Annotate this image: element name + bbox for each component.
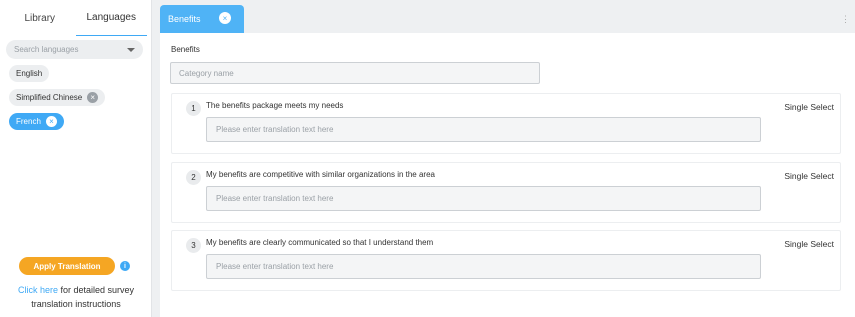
language-chip-simplified-chinese[interactable]: Simplified Chinese × [9, 89, 106, 106]
question-card: 2 My benefits are competitive with simil… [171, 162, 841, 223]
tab-languages[interactable]: Languages [75, 0, 147, 36]
tab-benefits-label: Benefits [168, 14, 201, 24]
language-search-select[interactable]: Search languages [6, 40, 143, 59]
language-chip-english[interactable]: English [9, 65, 50, 82]
sidebar-tabs: Library Languages [0, 0, 151, 36]
remove-icon[interactable]: × [45, 116, 57, 127]
question-number: 1 [186, 101, 201, 116]
help-text: Click here for detailed survey translati… [8, 283, 144, 311]
translation-input[interactable]: Please enter translation text here [206, 117, 761, 142]
instructions-link[interactable]: Click here [18, 285, 58, 295]
translation-input[interactable]: Please enter translation text here [206, 254, 761, 279]
question-card: 3 My benefits are clearly communicated s… [171, 230, 841, 291]
more-options-icon[interactable]: ⋮ [841, 14, 850, 25]
question-type: Single Select [784, 239, 834, 249]
apply-translation-button[interactable]: Apply Translation [19, 257, 115, 275]
tab-library[interactable]: Library [4, 0, 76, 36]
language-chip-french[interactable]: French × [9, 113, 64, 130]
info-icon[interactable]: i [120, 261, 130, 271]
question-number: 2 [186, 170, 201, 185]
tab-benefits[interactable]: Benefits × [160, 5, 244, 33]
sidebar: Library Languages Search languages Engli… [0, 0, 152, 317]
question-number: 3 [186, 238, 201, 253]
translation-input[interactable]: Please enter translation text here [206, 186, 761, 211]
language-chip-label: English [16, 69, 43, 78]
remove-icon[interactable]: × [87, 92, 99, 103]
language-chip-label: French [16, 117, 41, 126]
tab-bar: Benefits × ⋮ [160, 5, 855, 33]
help-text-line1: for detailed survey [57, 285, 135, 295]
category-name-input[interactable]: Category name [170, 62, 540, 84]
section-title: Benefits [171, 45, 200, 54]
search-input-placeholder: Search languages [14, 45, 79, 54]
question-text: My benefits are clearly communicated so … [206, 238, 434, 247]
help-text-line2: translation instructions [31, 299, 121, 309]
question-text: My benefits are competitive with similar… [206, 170, 435, 179]
close-icon[interactable]: × [219, 12, 231, 24]
question-type: Single Select [784, 102, 834, 112]
question-type: Single Select [784, 171, 834, 181]
question-card: 1 The benefits package meets my needs Si… [171, 93, 841, 154]
main-panel: Benefits × ⋮ Benefits Category name 1 Th… [160, 5, 855, 317]
question-text: The benefits package meets my needs [206, 101, 344, 110]
language-chip-label: Simplified Chinese [16, 93, 83, 102]
chevron-down-icon[interactable] [127, 47, 135, 52]
